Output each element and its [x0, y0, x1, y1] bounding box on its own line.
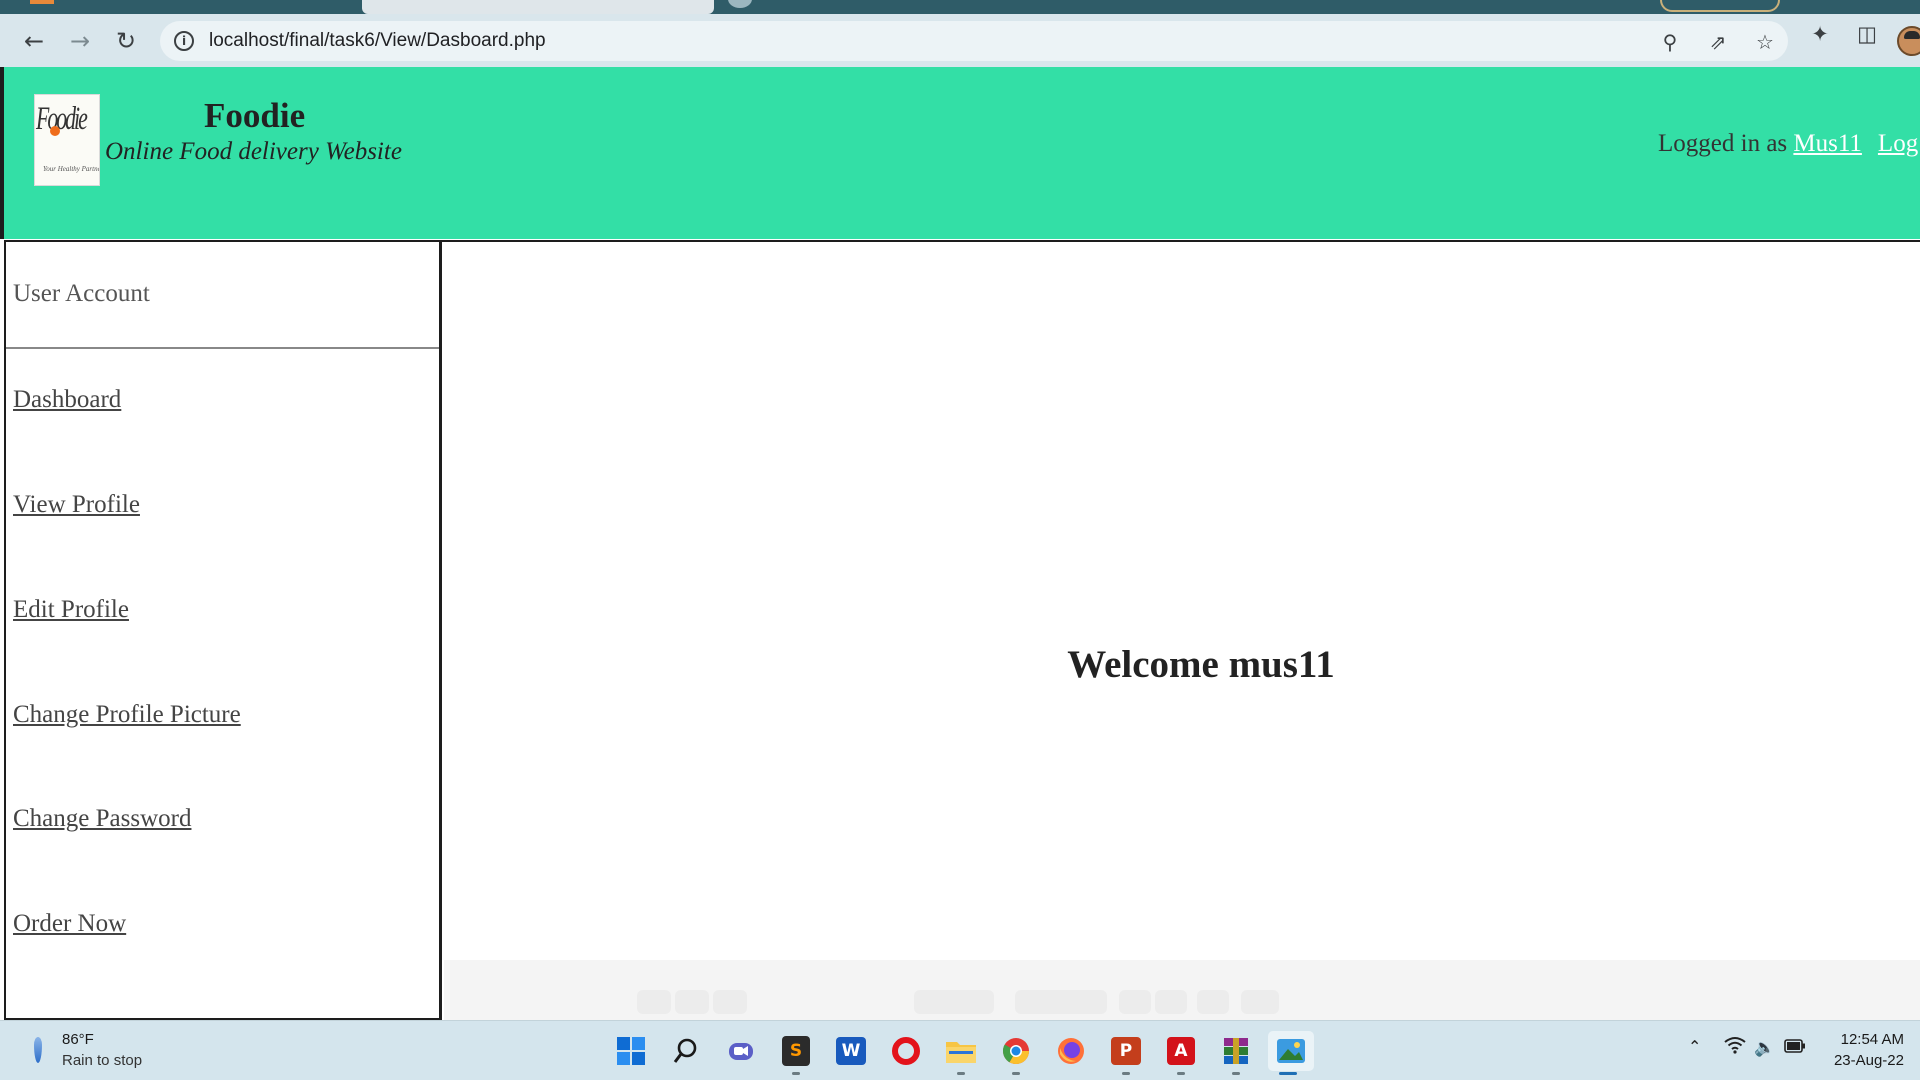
clock-date[interactable]: 23-Aug-22 — [1814, 1052, 1904, 1069]
chrome-icon[interactable] — [996, 1031, 1036, 1075]
photos-app-icon[interactable] — [1268, 1031, 1314, 1075]
main-content: Welcome mus11 — [440, 240, 1920, 1020]
sidebar-item-change-profile-picture[interactable]: Change Profile Picture — [13, 701, 241, 729]
overlay-blob — [675, 990, 709, 1014]
tab-close-icon[interactable] — [728, 0, 752, 8]
volume-speaker-icon[interactable]: 🔈 — [1753, 1036, 1777, 1060]
sidebar-item-dashboard[interactable]: Dashboard — [13, 386, 121, 414]
side-panel-icon[interactable]: ◫ — [1854, 21, 1880, 47]
bookmark-star-icon[interactable]: ☆ — [1752, 29, 1778, 55]
overlay-blob — [1015, 990, 1107, 1014]
zoom-icon[interactable]: ⚲ — [1657, 29, 1683, 55]
address-bar[interactable]: i localhost/final/task6/View/Dasboard.ph… — [160, 21, 1788, 61]
windows-taskbar: 86°F Rain to stop S W P A ⌃ 🔈 12:54 AM 2… — [0, 1020, 1920, 1080]
weather-temperature[interactable]: 86°F — [62, 1031, 94, 1048]
logout-link[interactable]: Log — [1878, 130, 1918, 157]
search-icon[interactable] — [666, 1031, 706, 1071]
word-icon[interactable]: W — [831, 1031, 871, 1071]
browser-toolbar: ← → ↻ i localhost/final/task6/View/Dasbo… — [0, 14, 1920, 67]
site-title: Foodie — [204, 96, 306, 135]
back-arrow-icon[interactable]: ← — [20, 27, 48, 55]
battery-icon[interactable] — [1783, 1036, 1807, 1060]
wifi-icon[interactable] — [1723, 1036, 1747, 1060]
opera-icon[interactable] — [886, 1031, 926, 1071]
chat-camera-icon[interactable] — [721, 1031, 761, 1071]
site-logo: Foodie Your Healthy Partner — [34, 94, 100, 186]
overlay-blob — [1241, 990, 1279, 1014]
login-status: Logged in as Mus11 Log — [1658, 130, 1918, 158]
site-info-icon[interactable]: i — [174, 31, 194, 51]
logo-wordmark: Foodie — [36, 101, 88, 137]
profile-avatar[interactable] — [1897, 26, 1920, 56]
sidebar-item-view-profile[interactable]: View Profile — [13, 491, 140, 519]
overlay-blob — [713, 990, 747, 1014]
welcome-message: Welcome mus11 — [1067, 643, 1335, 686]
powerpoint-icon[interactable]: P — [1106, 1031, 1146, 1075]
sidebar-heading: User Account — [6, 242, 439, 349]
login-prefix: Logged in as — [1658, 130, 1788, 157]
overlay-blob — [914, 990, 994, 1014]
overlay-blob — [1197, 990, 1229, 1014]
clock-time[interactable]: 12:54 AM — [1824, 1031, 1904, 1048]
username-link[interactable]: Mus11 — [1793, 130, 1862, 157]
browser-theme-decoration — [1660, 0, 1780, 12]
winrar-archive-icon[interactable] — [1216, 1031, 1256, 1075]
browser-tab-active[interactable] — [362, 0, 714, 14]
reload-icon[interactable]: ↻ — [112, 27, 140, 55]
address-bar-url[interactable]: localhost/final/task6/View/Dasboard.php — [209, 30, 546, 52]
file-explorer-folder-icon[interactable] — [941, 1031, 981, 1075]
firefox-icon[interactable] — [1051, 1031, 1091, 1071]
tab-favicon — [30, 0, 54, 4]
sidebar-item-edit-profile[interactable]: Edit Profile — [13, 596, 129, 624]
site-header: Foodie Your Healthy Partner Foodie Onlin… — [0, 67, 1920, 239]
sidebar: User Account Dashboard View Profile Edit… — [4, 240, 441, 1020]
share-icon[interactable]: ⇗ — [1705, 29, 1731, 55]
logo-orange-dot — [50, 126, 60, 136]
faint-overlay-bar — [444, 960, 1920, 1020]
forward-arrow-icon[interactable]: → — [66, 27, 94, 55]
overlay-blob — [637, 990, 671, 1014]
overlay-blob — [1119, 990, 1151, 1014]
sidebar-item-order-now[interactable]: Order Now — [13, 910, 126, 938]
browser-tabstrip — [0, 0, 1920, 14]
rain-drop-icon[interactable] — [33, 1037, 43, 1063]
acrobat-icon[interactable]: A — [1161, 1031, 1201, 1075]
extensions-icon[interactable]: ✦ — [1807, 21, 1833, 47]
overlay-blob — [1155, 990, 1187, 1014]
start-windows-icon[interactable] — [611, 1031, 651, 1071]
tray-chevron-up-icon[interactable]: ⌃ — [1688, 1037, 1701, 1056]
sublime-text-icon[interactable]: S — [776, 1031, 816, 1075]
weather-description[interactable]: Rain to stop — [62, 1052, 142, 1069]
site-subtitle: Online Food delivery Website — [105, 138, 402, 165]
sidebar-item-change-password[interactable]: Change Password — [13, 805, 191, 833]
logo-tagline: Your Healthy Partner — [43, 165, 100, 173]
